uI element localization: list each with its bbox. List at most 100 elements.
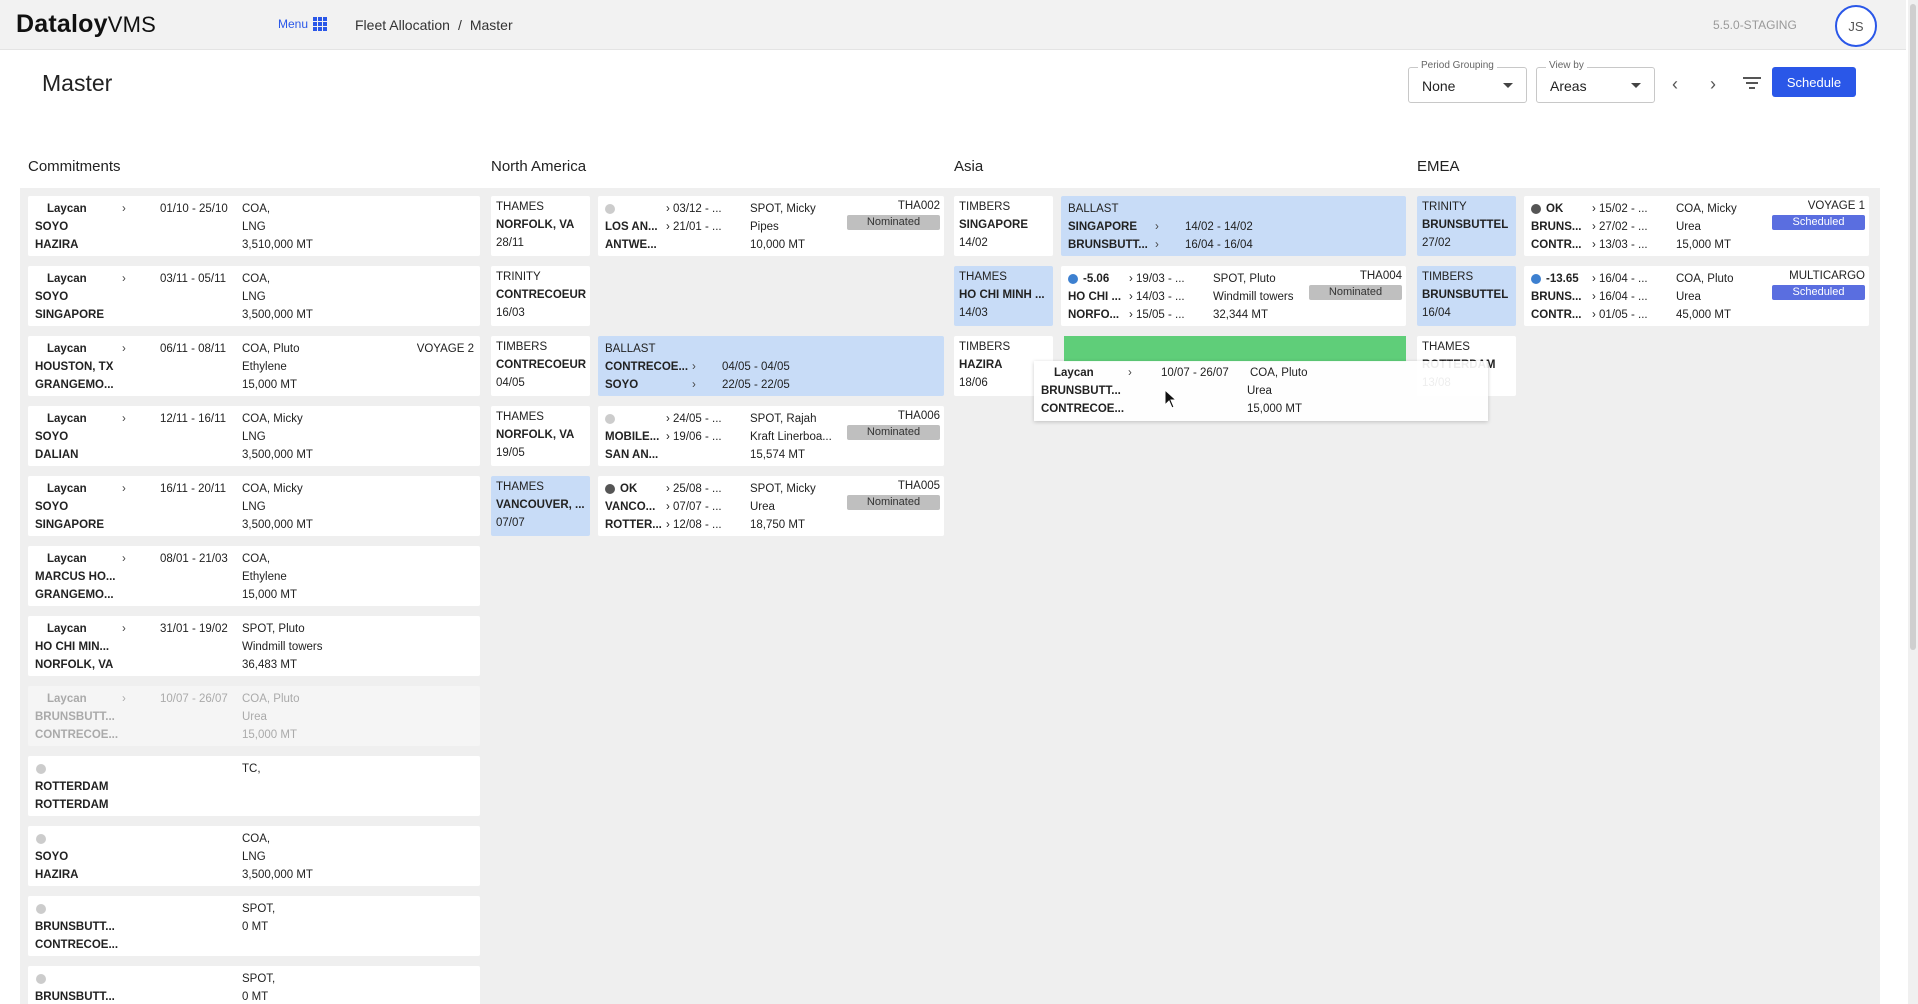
chevron-right-icon: › [122, 693, 126, 705]
cargo-type: LNG [242, 221, 266, 233]
commitment-card[interactable]: Laycan › 03/11 - 05/11 SOYO SINGAPORE COA, LNG… [28, 266, 480, 326]
chevron-right-icon: › [1155, 239, 1159, 251]
voyage-card[interactable]: -5.06 HO CHI ... NORFO... › 19/03 - ... › 14… [1061, 266, 1406, 326]
eta-2: › 14/03 - ... [1129, 291, 1185, 303]
chevron-right-icon: › [122, 483, 126, 495]
cargo-type: Ethylene [242, 361, 287, 373]
discharge-port: ANTWE... [605, 239, 657, 251]
voyage-code: THA005 [897, 480, 940, 492]
voyage-code: MULTICARGO [1789, 270, 1865, 282]
voyage-card[interactable]: MOBILE... SAN AN... › 24/05 - ... › 19/06 -… [598, 406, 944, 466]
commitment-card[interactable]: BRUNSBUTT... CONTRECOE... SPOT, 0 MT [28, 896, 480, 956]
app-logo[interactable]: DataloyVMS [16, 10, 156, 39]
cargo-quantity: 36,483 MT [242, 659, 297, 671]
vessel-card[interactable]: THAMES HO CHI MINH ... 14/03 [954, 266, 1053, 326]
contract-info: COA, Pluto [242, 343, 300, 355]
vertical-scrollbar[interactable] [1908, 0, 1918, 1004]
dragged-commitment-card[interactable]: Laycan › 10/07 - 26/07 BRUNSBUTT... CONT… [1034, 361, 1488, 421]
open-port: BRUNSBUTTEL [1422, 219, 1509, 231]
cargo-quantity: 15,000 MT [242, 589, 297, 601]
mouse-cursor-icon [1164, 389, 1178, 409]
column-title-commitments: Commitments [28, 158, 121, 175]
vessel-card[interactable]: THAMES VANCOUVER, ... 07/07 [491, 476, 590, 536]
laycan-label: Laycan [47, 413, 87, 425]
schedule-button[interactable]: Schedule [1772, 67, 1856, 97]
user-avatar[interactable]: JS [1835, 5, 1877, 47]
voyage-card[interactable]: -13.65 BRUNS... CONTR... › 16/04 - ... › 16/… [1524, 266, 1869, 326]
vessel-card[interactable]: TIMBERS CONTRECOEUR 04/05 [491, 336, 590, 396]
commitment-card[interactable]: Laycan › 12/11 - 16/11 SOYO DALIAN COA, Micky… [28, 406, 480, 466]
voyage-card[interactable]: OK VANCO... ROTTER... › 25/08 - ... › 07/07 … [598, 476, 944, 536]
discharge-port: GRANGEMO... [35, 589, 114, 601]
commitment-card[interactable]: Laycan › 01/10 - 25/10 SOYO HAZIRA COA, LNG 3,5… [28, 196, 480, 256]
contract-info: COA, Pluto [242, 693, 300, 705]
open-date: 14/03 [959, 307, 988, 319]
status-badge: Scheduled [1772, 285, 1865, 300]
vessel-name: THAMES [496, 201, 544, 213]
vessel-card[interactable]: TRINITY CONTRECOEUR 16/03 [491, 266, 590, 326]
chevron-right-icon: › [122, 203, 126, 215]
commitment-card[interactable]: SOYO HAZIRA COA, LNG 3,500,000 MT [28, 826, 480, 886]
status-dot-icon [605, 414, 615, 424]
load-port: MOBILE... [605, 431, 660, 443]
view-by-select[interactable]: View by Areas [1536, 60, 1655, 103]
voyage-code: THA002 [897, 200, 940, 212]
commitment-card[interactable]: Laycan › 16/11 - 20/11 SOYO SINGAPORE COA, Mi… [28, 476, 480, 536]
load-port: BRUNSBUTT... [35, 711, 115, 723]
commitment-card[interactable]: BRUNSBUTT... SPOT, 0 MT [28, 966, 480, 1004]
vessel-card[interactable]: THAMES NORFOLK, VA 19/05 [491, 406, 590, 466]
commitment-card[interactable]: Laycan › 08/01 - 21/03 MARCUS HO... GRANGEMO… [28, 546, 480, 606]
cargo-quantity: 32,344 MT [1213, 309, 1268, 321]
status-badge: Nominated [847, 425, 940, 440]
load-port: SOYO [35, 851, 69, 863]
commitment-card[interactable]: Laycan › 31/01 - 19/02 HO CHI MIN... NORFOLK… [28, 616, 480, 676]
open-port: CONTRECOEUR [496, 359, 587, 371]
contract-info: SPOT, [242, 973, 276, 985]
cargo-type: 0 MT [242, 991, 269, 1003]
vessel-card[interactable]: TIMBERS SINGAPORE 14/02 [954, 196, 1053, 256]
eta-2: › 19/06 - ... [666, 431, 722, 443]
cargo-type: Urea [750, 501, 775, 513]
open-port: BRUNSBUTTEL [1422, 289, 1509, 301]
open-date: 27/02 [1422, 237, 1451, 249]
commitment-card[interactable]: ROTTERDAM ROTTERDAM TC, [28, 756, 480, 816]
commitment-card[interactable]: Laycan › 06/11 - 08/11 HOUSTON, TX GRANGEMO.… [28, 336, 480, 396]
cargo-quantity: 45,000 MT [1676, 309, 1731, 321]
laycan-dates: 10/07 - 26/07 [1161, 367, 1229, 379]
period-grouping-select[interactable]: Period Grouping None [1408, 60, 1527, 103]
laycan-label: Laycan [1054, 367, 1094, 379]
load-port: ROTTERDAM [35, 781, 109, 793]
voyage-card[interactable]: OK BRUNS... CONTR... › 15/02 - ... › 27/02 -… [1524, 196, 1869, 256]
laycan-dates: 31/01 - 19/02 [160, 623, 228, 635]
vessel-name: TIMBERS [496, 341, 548, 353]
ballast-card[interactable]: BALLAST CONTRECOE... SOYO › › 04/05 - 04/05 22… [598, 336, 944, 396]
voyage-card[interactable]: LOS AN... ANTWE... › 03/12 - ... › 21/01 - … [598, 196, 944, 256]
discharge-port: SINGAPORE [35, 309, 105, 321]
vessel-name: TIMBERS [1422, 271, 1474, 283]
vessel-card[interactable]: TRINITY BRUNSBUTTEL 27/02 [1417, 196, 1516, 256]
status-dot-icon [36, 904, 46, 914]
open-port: CONTRECOEUR [496, 289, 587, 301]
contract-info: COA, [242, 203, 271, 215]
cargo-type: LNG [242, 431, 266, 443]
filter-icon[interactable] [1742, 74, 1762, 92]
ballast-card[interactable]: BALLAST SINGAPORE BRUNSBUTT... › › 14/02 - 14… [1061, 196, 1406, 256]
previous-arrow-icon[interactable]: ‹ [1664, 73, 1686, 95]
next-arrow-icon[interactable]: › [1702, 73, 1724, 95]
laycan-dates: 06/11 - 08/11 [160, 343, 227, 355]
vessel-card[interactable]: THAMES NORFOLK, VA 28/11 [491, 196, 590, 256]
menu-button[interactable]: Menu [278, 17, 328, 31]
open-date: 04/05 [496, 377, 525, 389]
open-date: 19/05 [496, 447, 525, 459]
open-date: 28/11 [496, 237, 524, 249]
eta-1: › 15/02 - ... [1592, 203, 1648, 215]
breadcrumb-fleet-allocation[interactable]: Fleet Allocation [355, 17, 450, 33]
commitment-card[interactable]: Laycan › 10/07 - 26/07 BRUNSBUTT... CONTRECO… [28, 686, 480, 746]
laycan-label: Laycan [47, 273, 87, 285]
vessel-card[interactable]: TIMBERS BRUNSBUTTEL 16/04 [1417, 266, 1516, 326]
to-dates: 16/04 - 16/04 [1185, 239, 1253, 251]
open-date: 07/07 [496, 517, 525, 529]
laycan-dates: 12/11 - 16/11 [160, 413, 227, 425]
contract-info: SPOT, Micky [750, 483, 816, 495]
to-port: BRUNSBUTT... [1068, 239, 1148, 251]
